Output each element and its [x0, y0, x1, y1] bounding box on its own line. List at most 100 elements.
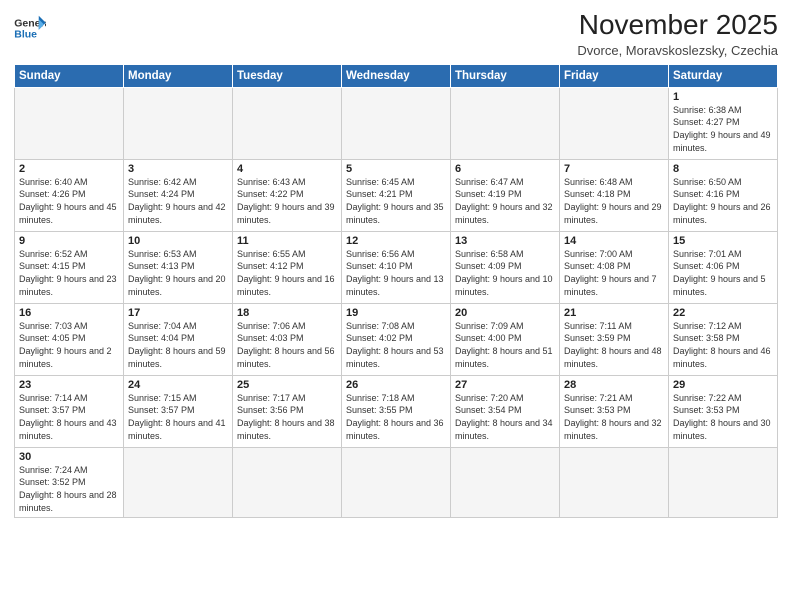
calendar-cell: 3Sunrise: 6:42 AM Sunset: 4:24 PM Daylig… — [124, 159, 233, 231]
calendar-header-friday: Friday — [560, 64, 669, 87]
day-info: Sunrise: 7:12 AM Sunset: 3:58 PM Dayligh… — [673, 320, 773, 370]
calendar-cell: 21Sunrise: 7:11 AM Sunset: 3:59 PM Dayli… — [560, 303, 669, 375]
day-info: Sunrise: 6:48 AM Sunset: 4:18 PM Dayligh… — [564, 176, 664, 226]
calendar: SundayMondayTuesdayWednesdayThursdayFrid… — [14, 64, 778, 518]
day-number: 4 — [237, 163, 337, 175]
day-number: 2 — [19, 163, 119, 175]
calendar-cell: 7Sunrise: 6:48 AM Sunset: 4:18 PM Daylig… — [560, 159, 669, 231]
calendar-cell: 11Sunrise: 6:55 AM Sunset: 4:12 PM Dayli… — [233, 231, 342, 303]
day-number: 3 — [128, 163, 228, 175]
calendar-cell: 10Sunrise: 6:53 AM Sunset: 4:13 PM Dayli… — [124, 231, 233, 303]
day-number: 28 — [564, 379, 664, 391]
header: General Blue November 2025 Dvorce, Morav… — [14, 10, 778, 58]
calendar-header-tuesday: Tuesday — [233, 64, 342, 87]
day-info: Sunrise: 7:01 AM Sunset: 4:06 PM Dayligh… — [673, 248, 773, 298]
calendar-cell: 15Sunrise: 7:01 AM Sunset: 4:06 PM Dayli… — [669, 231, 778, 303]
calendar-cell: 23Sunrise: 7:14 AM Sunset: 3:57 PM Dayli… — [15, 375, 124, 447]
day-info: Sunrise: 7:24 AM Sunset: 3:52 PM Dayligh… — [19, 464, 119, 514]
calendar-header-thursday: Thursday — [451, 64, 560, 87]
calendar-cell — [233, 447, 342, 517]
calendar-cell — [342, 87, 451, 159]
calendar-cell — [124, 447, 233, 517]
title-block: November 2025 Dvorce, Moravskoslezsky, C… — [577, 10, 778, 58]
day-number: 25 — [237, 379, 337, 391]
day-number: 30 — [19, 451, 119, 463]
day-number: 24 — [128, 379, 228, 391]
calendar-cell — [669, 447, 778, 517]
calendar-header-row: SundayMondayTuesdayWednesdayThursdayFrid… — [15, 64, 778, 87]
day-number: 13 — [455, 235, 555, 247]
calendar-cell: 22Sunrise: 7:12 AM Sunset: 3:58 PM Dayli… — [669, 303, 778, 375]
calendar-cell: 19Sunrise: 7:08 AM Sunset: 4:02 PM Dayli… — [342, 303, 451, 375]
day-info: Sunrise: 6:45 AM Sunset: 4:21 PM Dayligh… — [346, 176, 446, 226]
day-info: Sunrise: 7:09 AM Sunset: 4:00 PM Dayligh… — [455, 320, 555, 370]
calendar-cell: 5Sunrise: 6:45 AM Sunset: 4:21 PM Daylig… — [342, 159, 451, 231]
calendar-cell: 30Sunrise: 7:24 AM Sunset: 3:52 PM Dayli… — [15, 447, 124, 517]
day-number: 7 — [564, 163, 664, 175]
day-info: Sunrise: 7:18 AM Sunset: 3:55 PM Dayligh… — [346, 392, 446, 442]
calendar-cell — [560, 447, 669, 517]
day-number: 15 — [673, 235, 773, 247]
day-info: Sunrise: 6:58 AM Sunset: 4:09 PM Dayligh… — [455, 248, 555, 298]
day-number: 6 — [455, 163, 555, 175]
calendar-cell: 28Sunrise: 7:21 AM Sunset: 3:53 PM Dayli… — [560, 375, 669, 447]
month-title: November 2025 — [577, 10, 778, 41]
day-info: Sunrise: 7:21 AM Sunset: 3:53 PM Dayligh… — [564, 392, 664, 442]
calendar-header-saturday: Saturday — [669, 64, 778, 87]
day-info: Sunrise: 7:06 AM Sunset: 4:03 PM Dayligh… — [237, 320, 337, 370]
calendar-week-row: 23Sunrise: 7:14 AM Sunset: 3:57 PM Dayli… — [15, 375, 778, 447]
day-info: Sunrise: 7:17 AM Sunset: 3:56 PM Dayligh… — [237, 392, 337, 442]
day-info: Sunrise: 6:38 AM Sunset: 4:27 PM Dayligh… — [673, 104, 773, 154]
day-info: Sunrise: 6:43 AM Sunset: 4:22 PM Dayligh… — [237, 176, 337, 226]
calendar-week-row: 30Sunrise: 7:24 AM Sunset: 3:52 PM Dayli… — [15, 447, 778, 517]
calendar-cell — [124, 87, 233, 159]
day-info: Sunrise: 7:11 AM Sunset: 3:59 PM Dayligh… — [564, 320, 664, 370]
day-number: 10 — [128, 235, 228, 247]
day-number: 8 — [673, 163, 773, 175]
calendar-week-row: 2Sunrise: 6:40 AM Sunset: 4:26 PM Daylig… — [15, 159, 778, 231]
day-number: 27 — [455, 379, 555, 391]
calendar-week-row: 1Sunrise: 6:38 AM Sunset: 4:27 PM Daylig… — [15, 87, 778, 159]
calendar-cell — [15, 87, 124, 159]
calendar-cell — [342, 447, 451, 517]
day-info: Sunrise: 7:00 AM Sunset: 4:08 PM Dayligh… — [564, 248, 664, 298]
day-info: Sunrise: 6:47 AM Sunset: 4:19 PM Dayligh… — [455, 176, 555, 226]
day-info: Sunrise: 6:50 AM Sunset: 4:16 PM Dayligh… — [673, 176, 773, 226]
calendar-cell: 8Sunrise: 6:50 AM Sunset: 4:16 PM Daylig… — [669, 159, 778, 231]
calendar-header-sunday: Sunday — [15, 64, 124, 87]
day-number: 14 — [564, 235, 664, 247]
day-number: 20 — [455, 307, 555, 319]
day-info: Sunrise: 7:03 AM Sunset: 4:05 PM Dayligh… — [19, 320, 119, 370]
day-number: 22 — [673, 307, 773, 319]
calendar-cell: 24Sunrise: 7:15 AM Sunset: 3:57 PM Dayli… — [124, 375, 233, 447]
page: General Blue November 2025 Dvorce, Morav… — [0, 0, 792, 612]
day-number: 1 — [673, 91, 773, 103]
day-number: 18 — [237, 307, 337, 319]
day-info: Sunrise: 7:22 AM Sunset: 3:53 PM Dayligh… — [673, 392, 773, 442]
svg-text:Blue: Blue — [14, 29, 37, 41]
day-info: Sunrise: 7:15 AM Sunset: 3:57 PM Dayligh… — [128, 392, 228, 442]
calendar-cell: 16Sunrise: 7:03 AM Sunset: 4:05 PM Dayli… — [15, 303, 124, 375]
calendar-cell: 20Sunrise: 7:09 AM Sunset: 4:00 PM Dayli… — [451, 303, 560, 375]
calendar-week-row: 16Sunrise: 7:03 AM Sunset: 4:05 PM Dayli… — [15, 303, 778, 375]
calendar-cell: 12Sunrise: 6:56 AM Sunset: 4:10 PM Dayli… — [342, 231, 451, 303]
day-info: Sunrise: 6:52 AM Sunset: 4:15 PM Dayligh… — [19, 248, 119, 298]
calendar-header-wednesday: Wednesday — [342, 64, 451, 87]
calendar-cell: 25Sunrise: 7:17 AM Sunset: 3:56 PM Dayli… — [233, 375, 342, 447]
day-number: 17 — [128, 307, 228, 319]
calendar-cell: 18Sunrise: 7:06 AM Sunset: 4:03 PM Dayli… — [233, 303, 342, 375]
day-info: Sunrise: 6:42 AM Sunset: 4:24 PM Dayligh… — [128, 176, 228, 226]
day-info: Sunrise: 6:56 AM Sunset: 4:10 PM Dayligh… — [346, 248, 446, 298]
calendar-cell: 13Sunrise: 6:58 AM Sunset: 4:09 PM Dayli… — [451, 231, 560, 303]
day-number: 9 — [19, 235, 119, 247]
calendar-header-monday: Monday — [124, 64, 233, 87]
calendar-cell: 6Sunrise: 6:47 AM Sunset: 4:19 PM Daylig… — [451, 159, 560, 231]
day-info: Sunrise: 7:14 AM Sunset: 3:57 PM Dayligh… — [19, 392, 119, 442]
logo-icon: General Blue — [14, 14, 46, 42]
calendar-cell: 17Sunrise: 7:04 AM Sunset: 4:04 PM Dayli… — [124, 303, 233, 375]
calendar-cell — [233, 87, 342, 159]
day-number: 26 — [346, 379, 446, 391]
day-number: 11 — [237, 235, 337, 247]
day-info: Sunrise: 7:04 AM Sunset: 4:04 PM Dayligh… — [128, 320, 228, 370]
calendar-cell: 14Sunrise: 7:00 AM Sunset: 4:08 PM Dayli… — [560, 231, 669, 303]
